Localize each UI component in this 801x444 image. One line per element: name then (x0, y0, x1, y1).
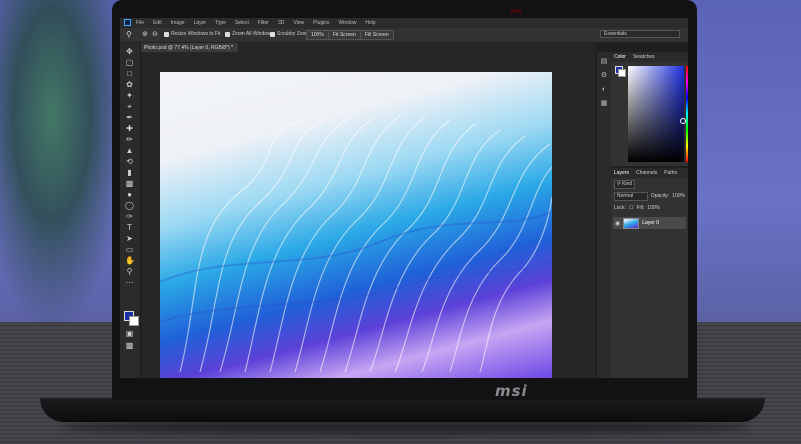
lock-label: Lock: (614, 205, 626, 211)
artboard-icon[interactable]: ▢ (125, 58, 134, 67)
clone-stamp-icon[interactable]: ▲ (125, 146, 134, 155)
gradient-icon[interactable]: ▩ (125, 179, 134, 188)
background-color[interactable] (129, 316, 139, 326)
menu-view[interactable]: View (293, 20, 304, 26)
eyedropper-icon[interactable]: ✒ (125, 113, 134, 122)
laptop-base (40, 398, 765, 422)
menu-3d[interactable]: 3D (278, 20, 284, 26)
layer-filter-select[interactable]: ⚲ Kind (614, 179, 636, 189)
opacity-label: Opacity: (650, 193, 670, 199)
hand-icon[interactable]: ✋ (125, 256, 135, 265)
screen: File Edit Image Layer Type Select Filter… (120, 18, 688, 378)
layer-row[interactable]: ◉ Layer 0 (613, 217, 686, 229)
panel-background-swatch[interactable] (618, 69, 626, 77)
zoom-icon[interactable]: ⚲ (125, 267, 134, 276)
menu-type[interactable]: Type (215, 20, 226, 26)
menu-edit[interactable]: Edit (153, 20, 162, 26)
magic-wand-icon[interactable]: ✦ (125, 91, 134, 100)
libraries-panel-icon[interactable]: ▦ (600, 100, 608, 108)
menu-plugins[interactable]: Plugins (313, 20, 329, 26)
brand-logo: msi (495, 382, 528, 400)
lock-icon[interactable]: ☐ (629, 205, 633, 211)
layers-panel: Layers Channels Paths ⚲ Kind Normal Opac… (611, 168, 688, 378)
quick-mask-icon[interactable]: ▣ (125, 329, 134, 338)
color-swatches[interactable] (124, 311, 139, 326)
fill-screen-button[interactable]: Fill Screen (360, 30, 394, 40)
menu-help[interactable]: Help (365, 20, 375, 26)
blend-mode-label: Normal (617, 192, 634, 199)
fill-value[interactable]: 100% (647, 205, 660, 211)
laptop-shadow (60, 420, 750, 434)
menu-bar: File Edit Image Layer Type Select Filter… (120, 18, 688, 28)
more-tools-icon[interactable]: ⋯ (125, 278, 134, 287)
path-selection-icon[interactable]: ➤ (125, 234, 134, 243)
menu-layer[interactable]: Layer (194, 20, 207, 26)
webcam (510, 9, 522, 13)
artwork-image (160, 115, 552, 373)
rectangle-icon[interactable]: ▭ (125, 245, 134, 254)
fill-label: Fill: (636, 205, 645, 211)
background-plant (0, 0, 130, 330)
color-field[interactable] (628, 66, 686, 162)
tab-channels[interactable]: Channels (636, 170, 657, 178)
opacity-value[interactable]: 100% (672, 193, 685, 199)
document-canvas[interactable] (160, 72, 552, 378)
fit-screen-button[interactable]: Fit Screen (328, 30, 361, 40)
dodge-icon[interactable]: ◯ (125, 201, 134, 210)
zoom-tool-icon[interactable]: ⚲ (126, 30, 132, 39)
blur-icon[interactable]: ● (125, 190, 134, 199)
layer-name[interactable]: Layer 0 (642, 220, 659, 226)
blend-mode-select[interactable]: Normal (614, 191, 648, 201)
screen-mode-icon[interactable]: ▩ (125, 341, 134, 350)
tab-swatches[interactable]: Swatches (633, 54, 655, 62)
hue-slider[interactable] (686, 66, 688, 162)
visibility-eye-icon[interactable]: ◉ (615, 220, 620, 227)
pen-icon[interactable]: ✑ (125, 212, 134, 221)
zoom-in-icon[interactable]: ⊕ (142, 30, 148, 38)
properties-panel-icon[interactable]: ⚙ (600, 72, 608, 80)
menu-select[interactable]: Select (235, 20, 249, 26)
lasso-icon[interactable]: ✿ (125, 80, 134, 89)
zoom-all-windows-label: Zoom All Windows (232, 31, 274, 37)
zoom-100-button[interactable]: 100% (306, 30, 329, 40)
crop-icon[interactable]: ⌖ (125, 102, 134, 111)
resize-windows-checkbox[interactable] (164, 31, 169, 37)
scrubby-zoom-checkbox[interactable] (270, 31, 275, 37)
tools-panel: ✥ ▢ □ ✿ ✦ ⌖ ✒ ✚ ✏ ▲ ⟲ ▮ ▩ ● ◯ ✑ T ➤ ▭ ✋ … (120, 43, 141, 378)
menu-filter[interactable]: Filter (258, 20, 269, 26)
resize-windows-label: Resize Windows to Fit (171, 31, 221, 37)
tab-color[interactable]: Color (614, 54, 626, 62)
move-tool-icon[interactable]: ✥ (125, 47, 134, 56)
layer-filter-label: Kind (622, 180, 633, 187)
menu-window[interactable]: Window (339, 20, 357, 26)
eraser-icon[interactable]: ▮ (125, 168, 134, 177)
document-tab[interactable]: Photo.psd @ 77.4% (Layer 0, RGB/8*) * (141, 43, 239, 52)
menu-image[interactable]: Image (171, 20, 185, 26)
tab-layers[interactable]: Layers (614, 170, 629, 178)
history-brush-icon[interactable]: ⟲ (125, 157, 134, 166)
layer-thumbnail (623, 217, 640, 229)
brush-icon[interactable]: ✏ (125, 135, 134, 144)
canvas-area[interactable] (141, 52, 596, 378)
history-panel-icon[interactable]: ▤ (600, 58, 608, 66)
adjustments-panel-icon[interactable]: ◐ (600, 86, 608, 94)
workspace-select[interactable]: Essentials (600, 30, 680, 38)
scrubby-zoom-label: Scrubby Zoom (277, 31, 310, 37)
zoom-all-windows-checkbox[interactable] (225, 31, 230, 37)
panel-icon-strip: ▤ ⚙ ◐ ▦ (596, 52, 611, 378)
color-panel: Color Swatches (611, 52, 688, 166)
type-icon[interactable]: T (125, 223, 134, 232)
zoom-out-icon[interactable]: ⊖ (152, 30, 158, 38)
workspace-label: Essentials (604, 31, 627, 37)
healing-brush-icon[interactable]: ✚ (125, 124, 134, 133)
app-logo-icon (124, 19, 131, 26)
options-bar: ⚲ ⊕ ⊖ Resize Windows to Fit Zoom All Win… (120, 28, 688, 43)
marquee-icon[interactable]: □ (125, 69, 134, 78)
tab-paths[interactable]: Paths (664, 170, 677, 178)
menu-file[interactable]: File (136, 20, 144, 26)
